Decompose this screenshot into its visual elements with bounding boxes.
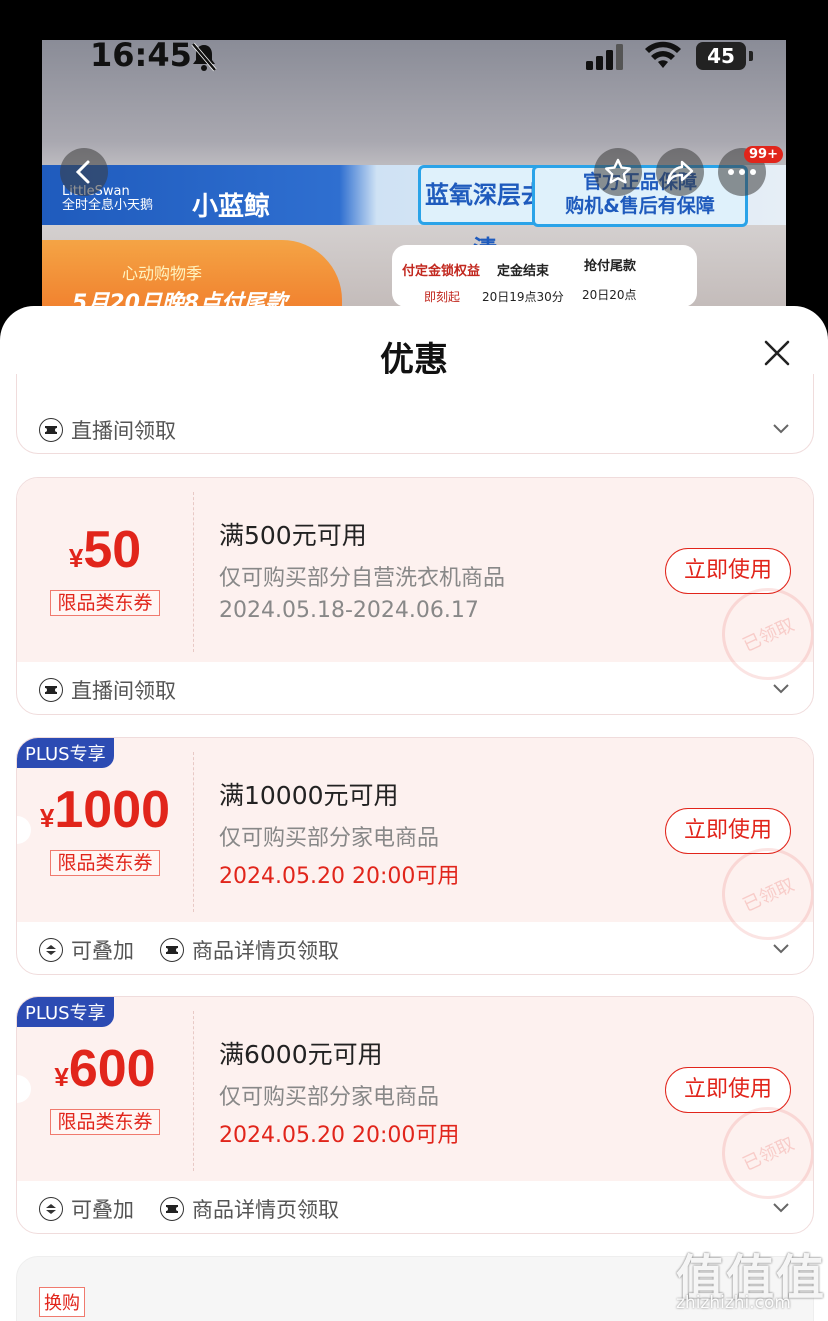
stackable-label: 可叠加 [71,1198,134,1222]
coupon-condition: 满500元可用 [219,521,367,550]
brand-xiaolanjing: 小蓝鲸 [192,192,271,222]
watermark-url: zhizhizhi.com [676,1293,791,1313]
plus-exclusive-badge: PLUS专享 [17,997,114,1027]
stackable-label: 可叠加 [71,939,134,963]
coupon-card: PLUS专享 ¥1000 限品类东券 满10000元可用 仅可购买部分家电商品 … [16,737,814,975]
coupon-validity: 2024.05.20 20:00可用 [219,1123,460,1148]
coupon-body: PLUS专享 ¥600 限品类东券 满6000元可用 仅可购买部分家电商品 20… [17,997,813,1215]
coupon-amount: ¥1000 [17,780,193,840]
chevron-down-icon[interactable] [771,1199,791,1218]
more-icon [728,169,756,175]
chevron-left-icon [75,160,90,184]
plus-exclusive-badge: PLUS专享 [17,738,114,768]
promo-left-sub: 心动购物季 [122,264,203,283]
promo-time-2: 20日19点30分 [482,290,564,304]
coupon-divider [193,492,194,652]
coupon-card: ¥50 限品类东券 满500元可用 仅可购买部分自营洗衣机商品 2024.05.… [16,477,814,715]
ticket-icon [39,678,63,702]
star-icon [605,158,631,184]
stack-icon [39,938,63,962]
promo-step-2: 定金结束 [497,264,550,279]
discount-sheet: 优惠 直播间领取 ¥50 限品类东券 满500元可用 仅可购买部分自营洗衣机商品… [0,306,828,1321]
notification-badge: 99+ [744,146,783,163]
battery-tip [749,51,753,61]
share-button[interactable] [656,148,704,196]
coupon-type-wrap: 限品类东券 [17,588,193,616]
coupon-value: 600 [68,1040,156,1098]
coupon-type-badge: 限品类东券 [50,850,160,876]
back-button[interactable] [60,148,108,196]
coupon-validity: 2024.05.20 20:00可用 [219,864,460,889]
coupon-scope: 仅可购买部分家电商品 [219,826,440,851]
favorite-button[interactable] [594,148,642,196]
currency-symbol: ¥ [39,803,55,833]
promo-time-3: 20日20点 [582,288,637,302]
coupon-body: ¥50 限品类东券 满500元可用 仅可购买部分自营洗衣机商品 2024.05.… [17,478,813,696]
battery-indicator: 45 [696,42,746,70]
signal-icon [586,44,626,74]
coupon-source: 商品详情页领取 [192,1198,339,1222]
coupon-source: 直播间领取 [71,419,176,443]
coupon-card: PLUS专享 ¥600 限品类东券 满6000元可用 仅可购买部分家电商品 20… [16,996,814,1234]
bell-muted-icon [190,42,218,76]
coupon-value: 1000 [54,781,171,839]
currency-symbol: ¥ [54,1062,69,1092]
exchange-badge: 换购 [39,1287,85,1317]
coupon-type-badge: 限品类东券 [50,1109,160,1135]
wifi-icon [644,40,682,74]
coupon-condition: 满6000元可用 [219,1040,383,1069]
coupon-source: 直播间领取 [71,679,176,703]
coupon-card-partial: 直播间领取 [16,374,814,454]
ticket-icon [160,938,184,962]
currency-symbol: ¥ [68,543,84,573]
coupon-body: PLUS专享 ¥1000 限品类东券 满10000元可用 仅可购买部分家电商品 … [17,738,813,956]
chevron-down-icon[interactable] [771,680,791,699]
coupon-type-wrap: 限品类东券 [17,848,193,876]
coupon-source: 商品详情页领取 [192,939,339,963]
coupon-amount: ¥600 [17,1039,193,1099]
status-time: 16:45 [90,36,192,74]
close-icon[interactable] [760,336,794,374]
coupon-value: 50 [83,521,142,579]
coupon-amount: ¥50 [17,520,193,580]
coupon-divider [193,752,194,912]
coupon-type-badge: 限品类东券 [50,590,160,616]
coupon-validity: 2024.05.18-2024.06.17 [219,598,479,623]
chevron-down-icon[interactable] [771,940,791,959]
coupon-scope: 仅可购买部分家电商品 [219,1085,440,1110]
promo-time-1: 即刻起 [424,290,461,304]
coupon-scope: 仅可购买部分自营洗衣机商品 [219,566,506,591]
partial-card-top [17,374,813,402]
coupon-type-wrap: 限品类东券 [17,1107,193,1135]
coupon-condition: 满10000元可用 [219,781,399,810]
product-banner-area: LittleSwan 全时全息小天鹅 小蓝鲸 蓝氧深层去渍 官方正品保障 购机&… [0,0,828,330]
promo-step-3: 抢付尾款 [584,259,637,274]
chevron-down-icon[interactable] [771,420,791,439]
coupon-divider [193,1011,194,1171]
promo-step-1: 付定金锁权益 [402,264,481,279]
share-icon [666,160,694,185]
ticket-icon [160,1197,184,1221]
ticket-icon [39,418,63,442]
stack-icon [39,1197,63,1221]
